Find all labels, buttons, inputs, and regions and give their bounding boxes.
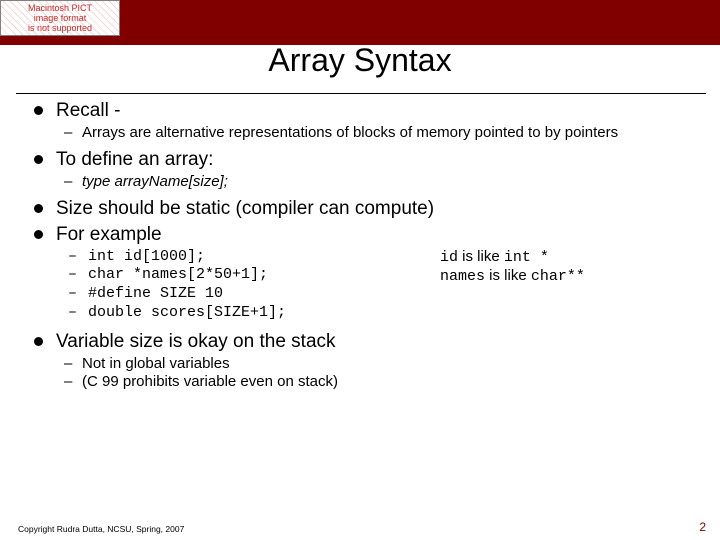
text: is like — [485, 267, 531, 284]
bullet-variable: Variable size is okay on the stack Not i… — [30, 331, 700, 393]
sub-bullet: Arrays are alternative representations o… — [56, 124, 700, 143]
content-top-border — [16, 93, 706, 94]
code-inline: int * — [504, 249, 549, 266]
code-fragment: Name[size]; — [149, 173, 228, 190]
bullet-define: To define an array: type arrayName[size]… — [30, 149, 700, 192]
sub-bullet: type arrayName[size]; — [56, 173, 700, 192]
code-line: double scores[SIZE+1]; — [56, 304, 700, 323]
sub-bullet: (C 99 prohibits variable even on stack) — [56, 373, 700, 392]
pict-placeholder: Macintosh PICT image format is not suppo… — [0, 0, 120, 36]
bullet-text: Size should be static (compiler can comp… — [56, 198, 434, 219]
aside-note: names is like char** — [440, 267, 690, 285]
bullet-text: For example — [56, 224, 162, 245]
code-inline: names — [440, 268, 485, 285]
bullet-text: To define an array: — [56, 149, 213, 170]
slide-body: Recall - Arrays are alternative represen… — [30, 100, 700, 398]
copyright-footer: Copyright Rudra Dutta, NCSU, Spring, 200… — [18, 524, 184, 534]
bullet-text: Variable size is okay on the stack — [56, 331, 336, 352]
code-inline: id — [440, 249, 458, 266]
bullet-size: Size should be static (compiler can comp… — [30, 198, 700, 220]
code-line: #define SIZE 10 — [56, 285, 700, 304]
bullet-text: Recall - — [56, 100, 120, 121]
code-fragment: type array — [82, 173, 149, 190]
sub-bullet: Not in global variables — [56, 355, 700, 374]
page-number: 2 — [699, 520, 706, 534]
slide-title: Array Syntax — [0, 42, 720, 79]
bullet-recall: Recall - Arrays are alternative represen… — [30, 100, 700, 143]
text: is like — [458, 248, 504, 265]
aside-note: id is like int * — [440, 248, 690, 266]
bullet-example: For example int id[1000]; char *names[2*… — [30, 224, 700, 323]
code-inline: char** — [531, 268, 585, 285]
